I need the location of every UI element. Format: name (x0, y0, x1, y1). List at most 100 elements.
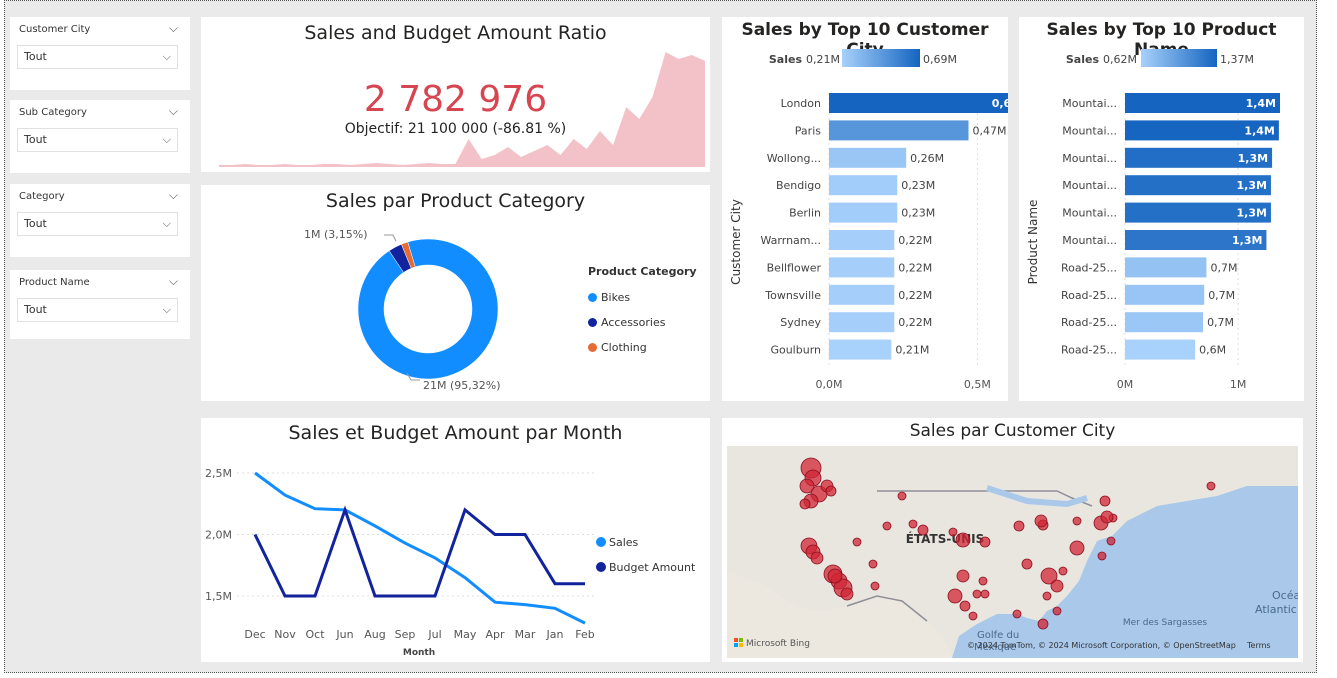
legend-item-accessories[interactable]: Accessories (588, 310, 665, 335)
data-label: 0,23M (901, 179, 935, 192)
legend-item-clothing[interactable]: Clothing (588, 335, 665, 360)
category-label: Bendigo (776, 179, 821, 192)
category-label: Mountai... (1062, 207, 1117, 220)
slicer-customer-city[interactable]: Customer City ⌵ Tout ⌵ (10, 17, 190, 90)
slicer-category[interactable]: Category ⌵ Tout ⌵ (10, 184, 190, 257)
city-bar-panel[interactable]: Sales by Top 10 Customer City Sales0,21M… (722, 17, 1008, 401)
x-tick-label: Apr (485, 628, 505, 641)
legend-label: Budget Amount (609, 561, 696, 574)
legend-title: Product Category (588, 265, 697, 278)
line-chart-panel[interactable]: Sales et Budget Amount par Month 2,5M 2,0… (201, 418, 710, 662)
donut-slice-bikes (357, 238, 499, 380)
product-bar-panel[interactable]: Sales by Top 10 Product Name Sales0,62M1… (1019, 17, 1304, 401)
category-label: Sydney (780, 316, 821, 329)
map-panel[interactable]: Sales par Customer City ÉTATS-UNIS Mer de… (722, 418, 1303, 662)
axis-title: Customer City (729, 199, 743, 285)
city-bubble (1099, 495, 1111, 507)
legend-item-bikes[interactable]: Bikes (588, 285, 665, 310)
kpi-goal: Objectif: 21 100 000 (-86.81 %) (344, 121, 567, 137)
city-bubble (1072, 516, 1082, 526)
donut-chart-panel[interactable]: Sales par Product Category 1M (3,15%) 21M… (201, 185, 710, 401)
ocean-label: Océa (1272, 589, 1298, 602)
line-chart[interactable]: 2,5M 2,0M 1,5M Dec Nov Oct Jun Aug Sep Jul May Apr M… (201, 418, 710, 662)
bar (829, 284, 895, 305)
category-label: Mountai... (1062, 97, 1117, 110)
x-tick-label: Jul (427, 628, 441, 641)
x-tick-label: Oct (305, 628, 325, 641)
city-bubble (948, 527, 958, 537)
category-label: Mountai... (1062, 179, 1117, 192)
kpi-card[interactable]: Sales and Budget Amount Ratio 2 782 976 … (201, 17, 710, 172)
x-tick-label: Jun (335, 628, 353, 641)
x-tick-label: Mar (515, 628, 536, 641)
bubble-map[interactable]: ÉTATS-UNIS Mer des Sargasses OcéaAtlantic G… (727, 446, 1298, 658)
bing-logo-square (739, 643, 743, 647)
city-bubble (1097, 551, 1107, 561)
slicer-dropdown[interactable]: Tout ⌵ (17, 45, 178, 69)
city-bubble (1206, 481, 1216, 491)
slicer-product-name[interactable]: Product Name ⌵ Tout ⌵ (10, 270, 190, 339)
slicer-header: Sub Category (19, 107, 87, 118)
data-label: 0,7M (1207, 316, 1234, 329)
city-bubble (978, 576, 988, 586)
category-label: Road-25... (1061, 289, 1117, 302)
city-bubble (1034, 514, 1048, 528)
bar (829, 147, 907, 168)
bar (829, 93, 1008, 113)
country-label: ÉTATS-UNIS (906, 531, 985, 546)
city-bar-chart[interactable]: Sales 0,21M 0,69MCustomer City0,0M 0,5MLond… (722, 17, 1008, 401)
chevron-down-icon[interactable]: ⌵ (169, 274, 178, 289)
slicer-header: Customer City (19, 24, 91, 35)
data-label: 0,6M (1199, 344, 1226, 357)
city-bubble (825, 485, 837, 497)
chevron-down-icon[interactable]: ⌵ (169, 104, 178, 119)
chevron-down-icon[interactable]: ⌵ (169, 188, 178, 203)
x-axis-title: Month (403, 648, 435, 658)
legend-label: Sales (1066, 53, 1100, 66)
data-label: 0,7M (1208, 289, 1235, 302)
city-bubble (1106, 536, 1116, 546)
city-bubble (1069, 540, 1085, 556)
kpi-title: Sales and Budget Amount Ratio (304, 22, 607, 44)
slicer-value: Tout (24, 217, 47, 230)
chevron-down-icon[interactable]: ⌵ (169, 21, 178, 36)
category-label: Paris (795, 124, 821, 137)
product-bar-chart[interactable]: Sales 0,62M 1,37M Product Name 0M 1M Mountai..… (1019, 17, 1304, 401)
city-bubble (827, 568, 843, 584)
slicer-sub-category[interactable]: Sub Category ⌵ Tout ⌵ (10, 100, 190, 173)
slicer-dropdown[interactable]: Tout ⌵ (17, 128, 178, 152)
category-label: Wollong... (767, 152, 821, 165)
slicer-header: Product Name (19, 277, 90, 288)
data-label: 0,22M (898, 316, 932, 329)
donut-label-big: 21M (95,32%) (423, 379, 501, 392)
chevron-down-icon: ⌵ (162, 133, 171, 146)
city-bubble (882, 521, 892, 531)
x-tick-label: 1M (1230, 378, 1247, 391)
terms-link: Terms (1246, 641, 1271, 650)
slicer-dropdown[interactable]: Tout ⌵ (17, 212, 178, 236)
bar (829, 312, 895, 333)
city-bubble (1058, 566, 1068, 576)
legend-dot (596, 537, 606, 547)
city-bubble (868, 559, 878, 569)
city-bubble (870, 581, 880, 591)
city-bubble (1037, 618, 1049, 630)
city-bubble (908, 519, 918, 529)
x-tick-label: Aug (364, 628, 385, 641)
data-label: 0,47M (973, 124, 1007, 137)
bar (829, 202, 898, 223)
axis-title: Product Name (1026, 200, 1040, 285)
chevron-down-icon: ⌵ (162, 50, 171, 63)
legend-label: Sales (609, 536, 639, 549)
data-label: 0,7M (1210, 261, 1237, 274)
category-label: Townsville (764, 289, 821, 302)
map-copyright: © 2024 TomTom, © 2024 Microsoft Corporat… (967, 641, 1236, 650)
slicer-dropdown[interactable]: Tout ⌵ (17, 298, 178, 322)
bar (1125, 284, 1205, 305)
city-bubble (1012, 609, 1022, 619)
legend-min: 0,62M (1103, 53, 1137, 66)
bar (1125, 312, 1204, 333)
category-label: Road-25... (1061, 261, 1117, 274)
city-bubble (1013, 520, 1025, 532)
series-line-sales (254, 471, 586, 625)
